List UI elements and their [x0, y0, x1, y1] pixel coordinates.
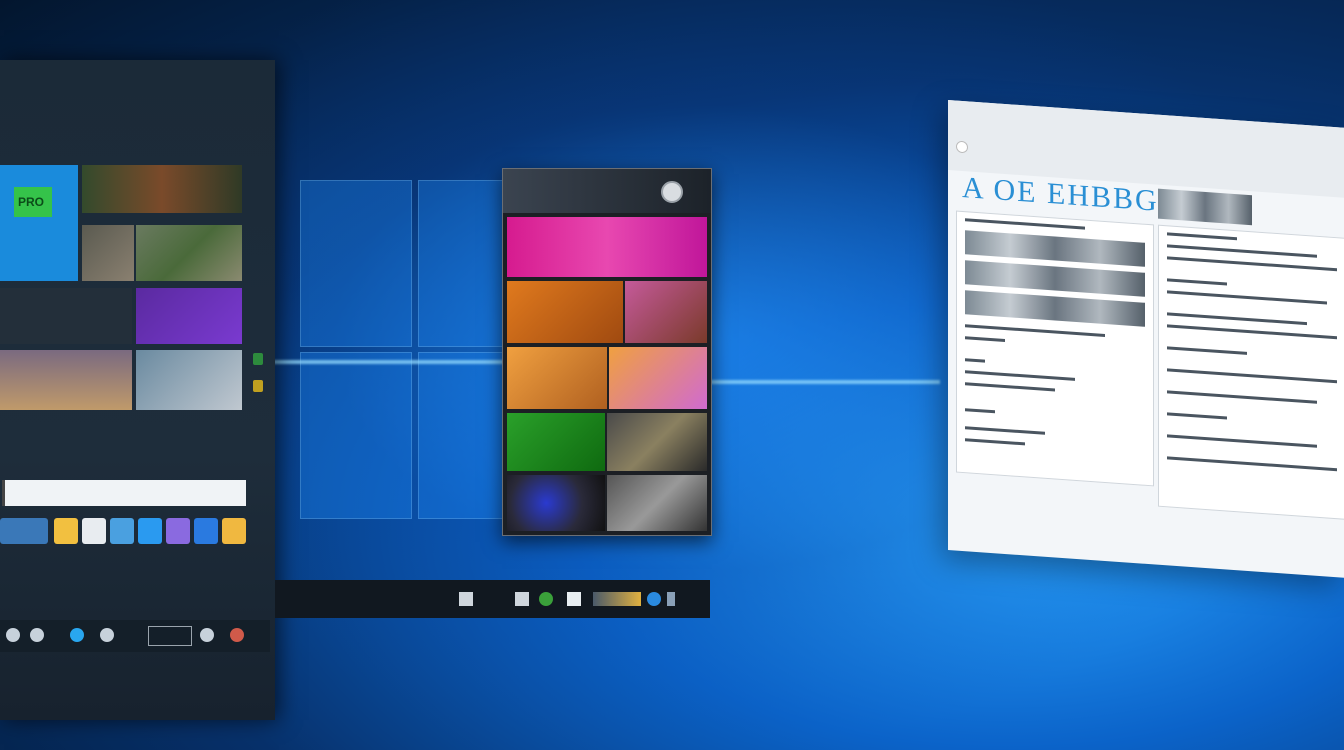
image-strip: [965, 290, 1145, 327]
taskbar-icon[interactable]: [100, 628, 114, 642]
taskbar-icon[interactable]: [6, 628, 20, 642]
taskbar-icon[interactable]: [647, 592, 661, 606]
header-image: [1158, 188, 1252, 226]
mountain-tile[interactable]: [136, 350, 242, 410]
gallery-image[interactable]: [507, 217, 707, 277]
gallery-image[interactable]: [507, 413, 605, 471]
document-window: A OE EHBBGIS: [948, 100, 1344, 578]
document-right-column: [1158, 224, 1344, 520]
taskbar-icon[interactable]: [539, 592, 553, 606]
tile-pro[interactable]: PRO: [0, 165, 78, 281]
app-icon[interactable]: [54, 518, 78, 544]
photo-tile[interactable]: [82, 225, 134, 281]
taskbar-icon[interactable]: [230, 628, 244, 642]
gallery-image[interactable]: [607, 413, 707, 471]
gallery-button[interactable]: [661, 181, 683, 203]
notification-banner[interactable]: [2, 480, 246, 506]
document-left-column: [956, 210, 1154, 487]
window-control[interactable]: [956, 140, 968, 154]
taskbar-icon[interactable]: [200, 628, 214, 642]
purple-tile[interactable]: [136, 288, 242, 344]
taskbar-icon[interactable]: [515, 592, 529, 606]
taskbar: [275, 580, 710, 618]
taskbar-button[interactable]: [148, 626, 192, 646]
light-beam: [710, 380, 940, 384]
mail-icon[interactable]: [82, 518, 106, 544]
light-beam: [270, 360, 510, 364]
app-icon[interactable]: [253, 353, 263, 365]
photo-tile[interactable]: [82, 165, 242, 213]
gallery-image[interactable]: [507, 475, 605, 531]
store-icon[interactable]: [138, 518, 162, 544]
app-icon[interactable]: [110, 518, 134, 544]
media-controls-tile[interactable]: [0, 288, 132, 344]
gallery-header: [503, 169, 711, 213]
shield-icon[interactable]: [253, 380, 263, 392]
taskbar-icon[interactable]: [459, 592, 473, 606]
taskbar-icon[interactable]: [593, 592, 641, 606]
gallery-image[interactable]: [607, 475, 707, 531]
app-icon[interactable]: [166, 518, 190, 544]
app-icon[interactable]: [194, 518, 218, 544]
landscape-tile[interactable]: [136, 225, 242, 281]
app-icon[interactable]: [222, 518, 246, 544]
tile-label: PRO: [18, 195, 45, 209]
app-icon-row: [0, 518, 246, 548]
gallery-image[interactable]: [625, 281, 707, 343]
start-menu-panel: PRO: [0, 60, 275, 720]
gallery-image[interactable]: [507, 281, 623, 343]
pro-badge: PRO: [14, 187, 52, 217]
taskbar-icon[interactable]: [70, 628, 84, 642]
taskbar-icon[interactable]: [567, 592, 581, 606]
start-taskbar: [0, 620, 270, 652]
gallery-window: [502, 168, 712, 536]
desert-tile[interactable]: [0, 350, 132, 410]
taskbar-icon[interactable]: [667, 592, 675, 606]
gallery-image[interactable]: [507, 347, 607, 409]
taskbar-icon[interactable]: [30, 628, 44, 642]
gallery-image[interactable]: [609, 347, 707, 409]
app-icon[interactable]: [0, 518, 48, 544]
